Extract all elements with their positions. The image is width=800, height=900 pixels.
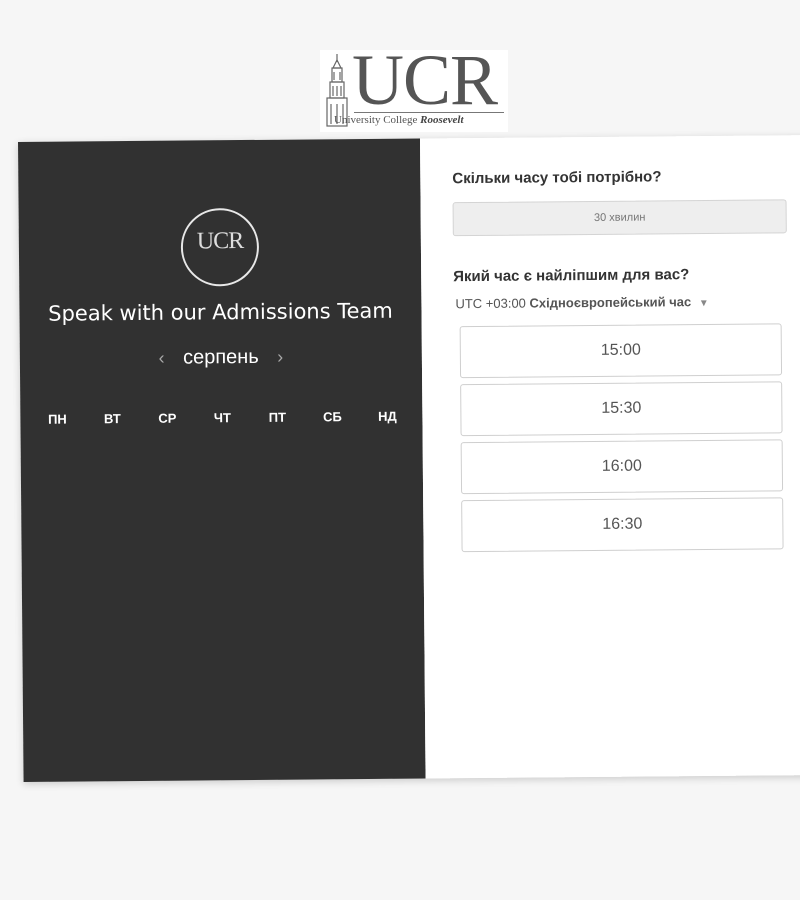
- time-slot-button[interactable]: 16:00: [460, 439, 784, 495]
- weekday-label: НД: [378, 408, 397, 424]
- month-label: серпень: [182, 345, 259, 369]
- booking-card: UCR Speak with our Admissions Team ‹ сер…: [18, 135, 800, 782]
- logo-subtitle: University College Roosevelt: [334, 114, 464, 126]
- time-slot-button[interactable]: 15:00: [459, 323, 783, 379]
- weekday-label: СБ: [322, 409, 342, 425]
- logo-subtitle-italic: Roosevelt: [420, 114, 464, 126]
- month-nav: ‹ серпень ›: [20, 344, 422, 371]
- weekday-header: ПН ВТ СР ЧТ ПТ СБ НД: [32, 409, 412, 427]
- duration-question: Скільки часу тобі потрібно?: [452, 168, 662, 188]
- time-selection-panel: Скільки часу тобі потрібно? 30 хвилин Як…: [419, 135, 800, 779]
- duration-option[interactable]: 30 хвилин: [452, 199, 787, 237]
- weekday-label: ПТ: [268, 409, 287, 425]
- weekday-label: ЧТ: [213, 410, 232, 426]
- time-question: Який час є найліпшим для вас?: [453, 266, 690, 286]
- weekday-label: ВТ: [103, 411, 121, 427]
- timezone-name: Східноєвропейський час: [529, 294, 692, 311]
- panel-title: Speak with our Admissions Team: [48, 298, 393, 326]
- caret-down-icon: ▼: [698, 297, 709, 310]
- page: UCR University College Roosevelt UCR Spe…: [0, 0, 800, 900]
- ucr-logo: UCR University College Roosevelt: [320, 44, 508, 132]
- timezone-offset: UTC +03:00: [455, 295, 526, 312]
- next-month-icon[interactable]: ›: [263, 347, 297, 368]
- prev-month-icon[interactable]: ‹: [145, 348, 179, 369]
- timezone-selector[interactable]: UTC +03:00 Східноєвропейський час ▼: [455, 294, 708, 311]
- time-slot-button[interactable]: 16:30: [461, 497, 784, 553]
- calendar-panel: UCR Speak with our Admissions Team ‹ сер…: [18, 138, 426, 782]
- circle-logo-letters: UCR: [196, 228, 244, 255]
- time-slot-button[interactable]: 15:30: [460, 381, 783, 437]
- weekday-label: СР: [158, 410, 177, 426]
- circle-logo: UCR: [180, 207, 260, 287]
- weekday-label: ПН: [47, 411, 67, 427]
- logo-subtitle-plain: University College: [334, 114, 421, 126]
- logo-rule: [354, 112, 504, 113]
- logo-letters: UCR: [352, 40, 498, 120]
